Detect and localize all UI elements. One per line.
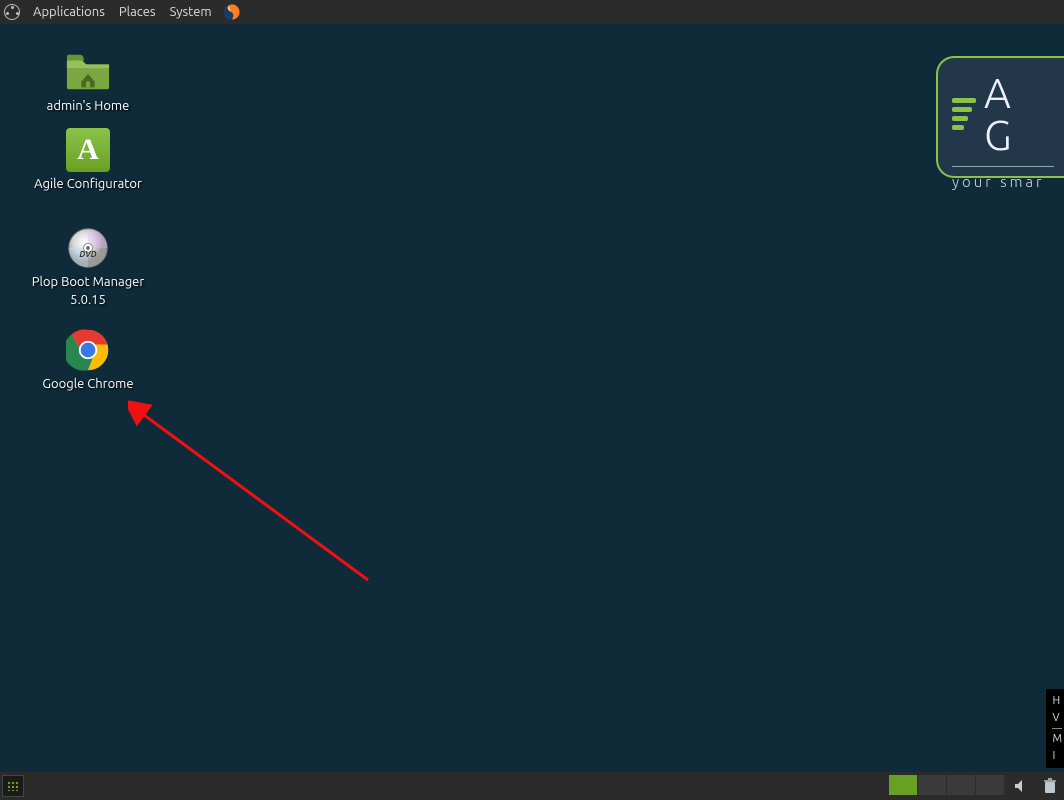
menu-places[interactable]: Places xyxy=(112,5,163,19)
desktop-icon-google-chrome[interactable]: Google Chrome xyxy=(18,328,158,394)
menu-system[interactable]: System xyxy=(163,5,219,19)
brand-stripes-icon xyxy=(952,98,976,130)
workspace-1[interactable] xyxy=(889,775,917,795)
desktop-icon-admins-home[interactable]: admin's Home xyxy=(18,50,158,116)
chrome-icon xyxy=(64,328,112,372)
workspace-2[interactable] xyxy=(918,775,946,795)
show-desktop-button[interactable] xyxy=(2,775,24,797)
folder-home-icon xyxy=(64,50,112,94)
workspace-3[interactable] xyxy=(947,775,975,795)
desktop-icon-label: Agile Configurator xyxy=(18,176,158,194)
svg-text:DVD: DVD xyxy=(79,249,96,259)
info-line: V xyxy=(1052,710,1062,727)
info-panel: H V M I xyxy=(1046,689,1064,768)
brand-divider xyxy=(952,166,1054,167)
brand-tagline: your smar xyxy=(952,173,1054,190)
brand-box: A G your smar xyxy=(936,56,1064,178)
menu-applications[interactable]: Applications xyxy=(26,5,112,19)
workspace-4[interactable] xyxy=(976,775,1004,795)
grid-icon xyxy=(7,781,19,791)
firefox-icon[interactable] xyxy=(223,3,241,21)
desktop-icon-plop-boot-manager[interactable]: DVD Plop Boot Manager 5.0.15 xyxy=(18,226,158,309)
info-line: H xyxy=(1052,693,1062,710)
workspace-switcher[interactable] xyxy=(888,775,1004,797)
desktop-icon-agile-configurator[interactable]: A Agile Configurator xyxy=(18,128,158,194)
dvd-icon: DVD xyxy=(64,226,112,270)
info-line: M xyxy=(1052,731,1062,748)
agile-icon: A xyxy=(64,128,112,172)
annotation-arrow xyxy=(128,400,378,590)
info-line: I xyxy=(1052,748,1062,765)
brand-letters: A G xyxy=(984,72,1054,156)
bottom-taskbar xyxy=(0,772,1064,800)
ubuntu-logo-icon[interactable] xyxy=(4,4,20,20)
desktop-icon-label: Google Chrome xyxy=(18,376,158,394)
volume-icon[interactable] xyxy=(1012,776,1032,796)
top-menu-bar: Applications Places System xyxy=(0,0,1064,24)
desktop[interactable]: admin's Home A Agile Configurator xyxy=(0,24,1064,772)
desktop-icon-label: admin's Home xyxy=(18,98,158,116)
trash-icon[interactable] xyxy=(1040,776,1060,796)
desktop-icon-label: Plop Boot Manager 5.0.15 xyxy=(18,274,158,309)
